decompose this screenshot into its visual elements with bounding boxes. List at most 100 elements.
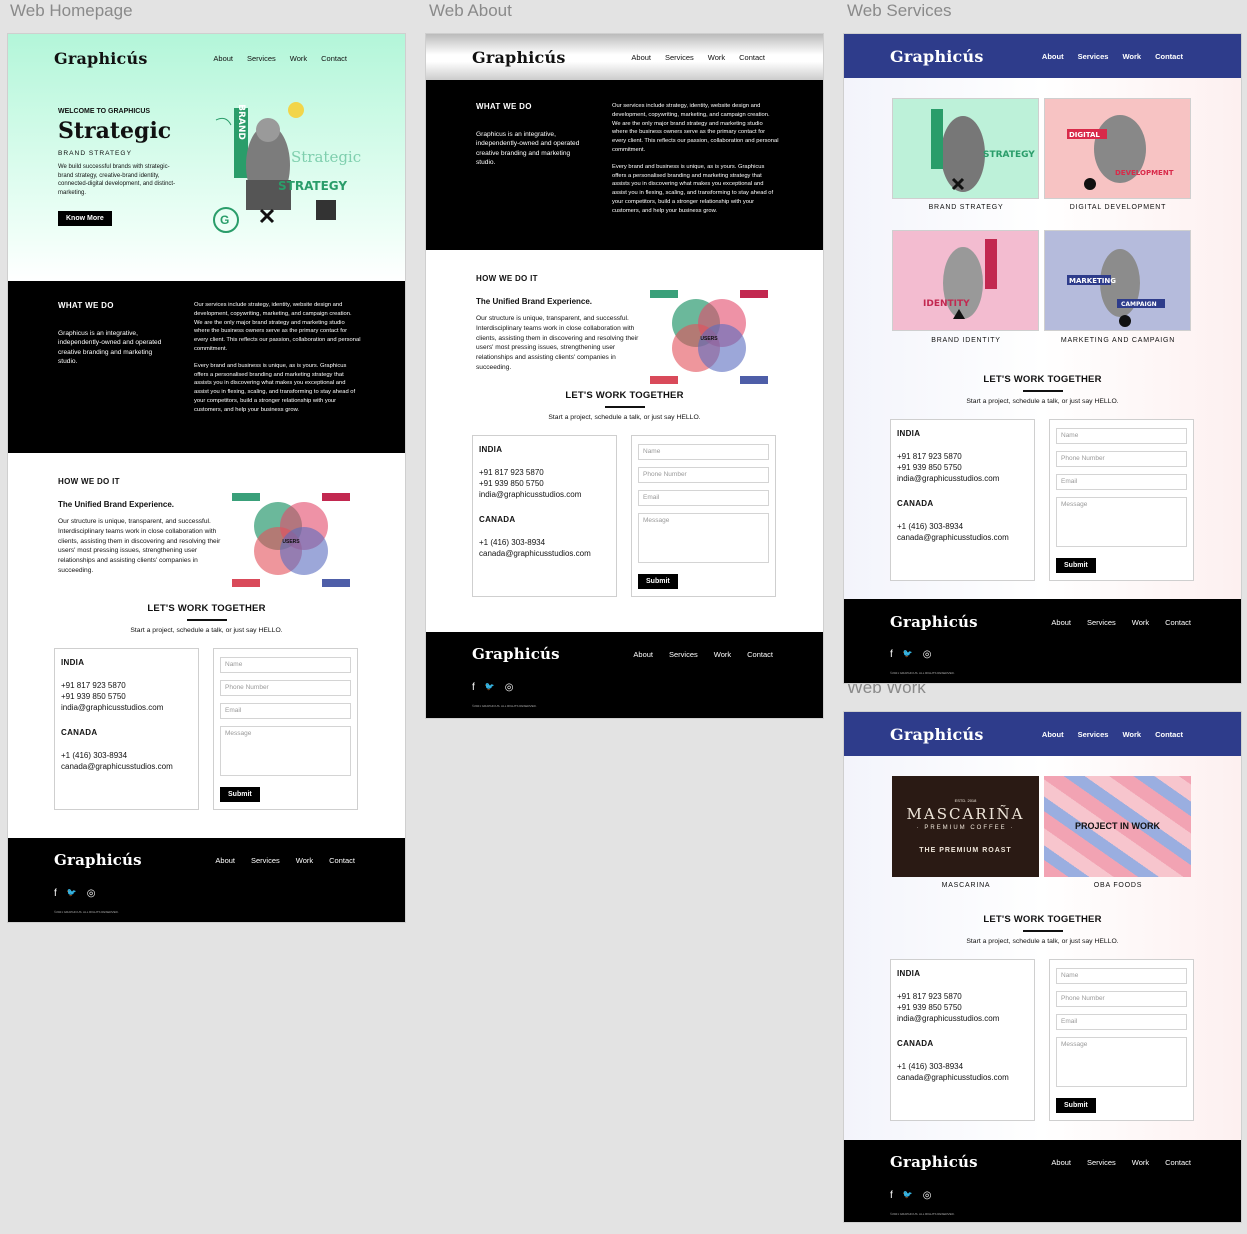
nav-services[interactable]: Services bbox=[247, 54, 276, 63]
services-nav-work[interactable]: Work bbox=[1122, 52, 1141, 61]
message-field[interactable]: Message bbox=[220, 726, 351, 776]
twitter-icon[interactable]: 🐦 bbox=[67, 888, 77, 899]
about-message-field[interactable]: Message bbox=[638, 513, 769, 563]
services-footer-nav-work[interactable]: Work bbox=[1132, 618, 1149, 627]
work-footer-nav-about[interactable]: About bbox=[1051, 1158, 1071, 1167]
footer-nav-contact[interactable]: Contact bbox=[329, 856, 355, 865]
work-facebook-icon[interactable]: f bbox=[890, 1190, 893, 1201]
submit-button[interactable]: Submit bbox=[220, 787, 260, 802]
work-nav-services[interactable]: Services bbox=[1078, 730, 1109, 739]
work-message-field[interactable]: Message bbox=[1056, 1037, 1187, 1087]
work-footer-nav-services[interactable]: Services bbox=[1087, 1158, 1116, 1167]
about-instagram-icon[interactable]: ◎ bbox=[505, 682, 514, 693]
service-card-brand-identity[interactable]: IDENTITY bbox=[892, 230, 1039, 331]
about-canada-phone[interactable]: +1 (416) 303-8934 bbox=[479, 537, 610, 548]
about-nav-contact[interactable]: Contact bbox=[739, 53, 765, 62]
services-name-field[interactable]: Name bbox=[1056, 428, 1187, 444]
services-footer-nav-contact[interactable]: Contact bbox=[1165, 618, 1191, 627]
work-nav-about[interactable]: About bbox=[1042, 730, 1064, 739]
services-footer-nav-services[interactable]: Services bbox=[1087, 618, 1116, 627]
work-canada-phone[interactable]: +1 (416) 303-8934 bbox=[897, 1061, 1028, 1072]
work-india-phone-2[interactable]: +91 939 850 5750 bbox=[897, 1002, 1028, 1013]
services-instagram-icon[interactable]: ◎ bbox=[923, 649, 932, 660]
nav-work[interactable]: Work bbox=[290, 54, 307, 63]
services-footer-logo[interactable]: Graphicús bbox=[890, 613, 978, 631]
work-footer-nav-work[interactable]: Work bbox=[1132, 1158, 1149, 1167]
work-india-phone-1[interactable]: +91 817 923 5870 bbox=[897, 991, 1028, 1002]
about-canada-email[interactable]: canada@graphicusstudios.com bbox=[479, 548, 610, 559]
about-name-field[interactable]: Name bbox=[638, 444, 769, 460]
work-canada-email[interactable]: canada@graphicusstudios.com bbox=[897, 1072, 1028, 1083]
about-phone-field[interactable]: Phone Number bbox=[638, 467, 769, 483]
services-message-field[interactable]: Message bbox=[1056, 497, 1187, 547]
services-nav-services[interactable]: Services bbox=[1078, 52, 1109, 61]
about-india-phone-1[interactable]: +91 817 923 5870 bbox=[479, 467, 610, 478]
footer-logo[interactable]: Graphicús bbox=[54, 851, 142, 869]
about-india-email[interactable]: india@graphicusstudios.com bbox=[479, 489, 610, 500]
services-india-phone-1[interactable]: +91 817 923 5870 bbox=[897, 451, 1028, 462]
services-submit-button[interactable]: Submit bbox=[1056, 558, 1096, 573]
services-nav-contact[interactable]: Contact bbox=[1155, 52, 1183, 61]
services-india-email[interactable]: india@graphicusstudios.com bbox=[897, 473, 1028, 484]
work-email-field[interactable]: Email bbox=[1056, 1014, 1187, 1030]
canada-phone[interactable]: +1 (416) 303-8934 bbox=[61, 750, 192, 761]
about-nav-work[interactable]: Work bbox=[708, 53, 725, 62]
work-india-email[interactable]: india@graphicusstudios.com bbox=[897, 1013, 1028, 1024]
about-logo[interactable]: Graphicús bbox=[472, 48, 566, 67]
work-phone-field[interactable]: Phone Number bbox=[1056, 991, 1187, 1007]
services-twitter-icon[interactable]: 🐦 bbox=[903, 649, 913, 660]
services-email-field[interactable]: Email bbox=[1056, 474, 1187, 490]
footer-nav-work[interactable]: Work bbox=[296, 856, 313, 865]
canada-email[interactable]: canada@graphicusstudios.com bbox=[61, 761, 192, 772]
email-field[interactable]: Email bbox=[220, 703, 351, 719]
about-india-phone-2[interactable]: +91 939 850 5750 bbox=[479, 478, 610, 489]
services-footer-nav-about[interactable]: About bbox=[1051, 618, 1071, 627]
work-instagram-icon[interactable]: ◎ bbox=[923, 1190, 932, 1201]
about-nav-services[interactable]: Services bbox=[665, 53, 694, 62]
work-card-mascarina[interactable]: ESTD. 2018 MASCARIÑA · PREMIUM COFFEE · … bbox=[892, 776, 1039, 877]
work-nav-contact[interactable]: Contact bbox=[1155, 730, 1183, 739]
services-nav-about[interactable]: About bbox=[1042, 52, 1064, 61]
about-footer-nav-contact[interactable]: Contact bbox=[747, 650, 773, 659]
about-footer-nav-services[interactable]: Services bbox=[669, 650, 698, 659]
services-phone-field[interactable]: Phone Number bbox=[1056, 451, 1187, 467]
india-phone-2[interactable]: +91 939 850 5750 bbox=[61, 691, 192, 702]
work-card-oba-foods[interactable]: PROJECT IN WORK bbox=[1044, 776, 1191, 877]
services-facebook-icon[interactable]: f bbox=[890, 649, 893, 660]
work-submit-button[interactable]: Submit bbox=[1056, 1098, 1096, 1113]
know-more-button[interactable]: Know More bbox=[58, 211, 112, 226]
service-card-marketing-campaign[interactable]: MARKETING CAMPAIGN bbox=[1044, 230, 1191, 331]
work-nav-work[interactable]: Work bbox=[1122, 730, 1141, 739]
footer-nav-about[interactable]: About bbox=[215, 856, 235, 865]
about-submit-button[interactable]: Submit bbox=[638, 574, 678, 589]
instagram-icon[interactable]: ◎ bbox=[87, 888, 96, 899]
services-logo[interactable]: Graphicús bbox=[890, 47, 984, 66]
india-email[interactable]: india@graphicusstudios.com bbox=[61, 702, 192, 713]
how-we-do-it-section: HOW WE DO IT The Unified Brand Experienc… bbox=[8, 453, 405, 603]
work-footer-nav-contact[interactable]: Contact bbox=[1165, 1158, 1191, 1167]
service-card-brand-strategy[interactable]: STRATEGY bbox=[892, 98, 1039, 199]
nav-contact[interactable]: Contact bbox=[321, 54, 347, 63]
about-email-field[interactable]: Email bbox=[638, 490, 769, 506]
about-facebook-icon[interactable]: f bbox=[472, 682, 475, 693]
facebook-icon[interactable]: f bbox=[54, 888, 57, 899]
logo[interactable]: Graphicús bbox=[54, 49, 148, 68]
india-phone-1[interactable]: +91 817 923 5870 bbox=[61, 680, 192, 691]
about-footer-nav-about[interactable]: About bbox=[633, 650, 653, 659]
work-name-field[interactable]: Name bbox=[1056, 968, 1187, 984]
about-nav-about[interactable]: About bbox=[631, 53, 651, 62]
work-footer-logo[interactable]: Graphicús bbox=[890, 1153, 978, 1171]
work-logo[interactable]: Graphicús bbox=[890, 725, 984, 744]
services-india-phone-2[interactable]: +91 939 850 5750 bbox=[897, 462, 1028, 473]
services-canada-phone[interactable]: +1 (416) 303-8934 bbox=[897, 521, 1028, 532]
nav-about[interactable]: About bbox=[213, 54, 233, 63]
about-footer-logo[interactable]: Graphicús bbox=[472, 645, 560, 663]
phone-field[interactable]: Phone Number bbox=[220, 680, 351, 696]
about-twitter-icon[interactable]: 🐦 bbox=[485, 682, 495, 693]
work-twitter-icon[interactable]: 🐦 bbox=[903, 1190, 913, 1201]
name-field[interactable]: Name bbox=[220, 657, 351, 673]
about-footer-nav-work[interactable]: Work bbox=[714, 650, 731, 659]
services-canada-email[interactable]: canada@graphicusstudios.com bbox=[897, 532, 1028, 543]
service-card-digital-development[interactable]: DIGITAL DEVELOPMENT bbox=[1044, 98, 1191, 199]
footer-nav-services[interactable]: Services bbox=[251, 856, 280, 865]
